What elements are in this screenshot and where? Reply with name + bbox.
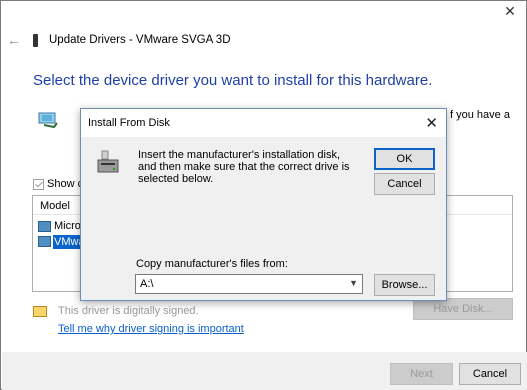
cancel-button[interactable]: Cancel: [459, 363, 521, 385]
description-text-right: f you have a: [450, 109, 510, 121]
chevron-down-icon[interactable]: ▼: [349, 278, 358, 288]
dialog-titlebar: Install From Disk ✕: [81, 109, 446, 137]
window-title: Update Drivers - VMware SVGA 3D: [49, 34, 231, 46]
show-compatible-checkbox[interactable]: [33, 179, 44, 190]
signed-status-text: This driver is digitally signed.: [58, 305, 199, 317]
dialog-cancel-button[interactable]: Cancel: [374, 173, 435, 195]
disk-drive-icon: [97, 150, 119, 173]
dialog-close-icon[interactable]: ✕: [425, 114, 438, 132]
next-button[interactable]: Next: [390, 363, 453, 385]
dialog-message: Insert the manufacturer's installation d…: [138, 149, 350, 185]
certificate-icon: [33, 306, 47, 317]
copy-files-combobox[interactable]: A:\ ▼: [135, 274, 363, 294]
install-from-disk-dialog: Install From Disk ✕ Insert the manufactu…: [80, 108, 447, 301]
page-heading: Select the device driver you want to ins…: [33, 72, 433, 89]
list-item[interactable]: Micro: [54, 220, 81, 232]
model-row-icon: [38, 221, 51, 232]
copy-files-value: A:\: [140, 278, 154, 290]
hardware-monitor-icon: [38, 112, 58, 128]
back-arrow-icon[interactable]: ←: [7, 32, 21, 48]
model-column-header: Model: [40, 200, 70, 212]
driver-signing-link[interactable]: Tell me why driver signing is important: [58, 323, 244, 335]
device-icon: [33, 34, 38, 47]
close-icon[interactable]: ✕: [503, 4, 517, 18]
have-disk-button[interactable]: Have Disk...: [413, 298, 513, 320]
copy-files-label: Copy manufacturer's files from:: [136, 258, 288, 270]
browse-button[interactable]: Browse...: [374, 274, 435, 296]
model-row-icon: [38, 236, 51, 247]
ok-button[interactable]: OK: [374, 148, 435, 170]
dialog-title: Install From Disk: [88, 117, 170, 129]
